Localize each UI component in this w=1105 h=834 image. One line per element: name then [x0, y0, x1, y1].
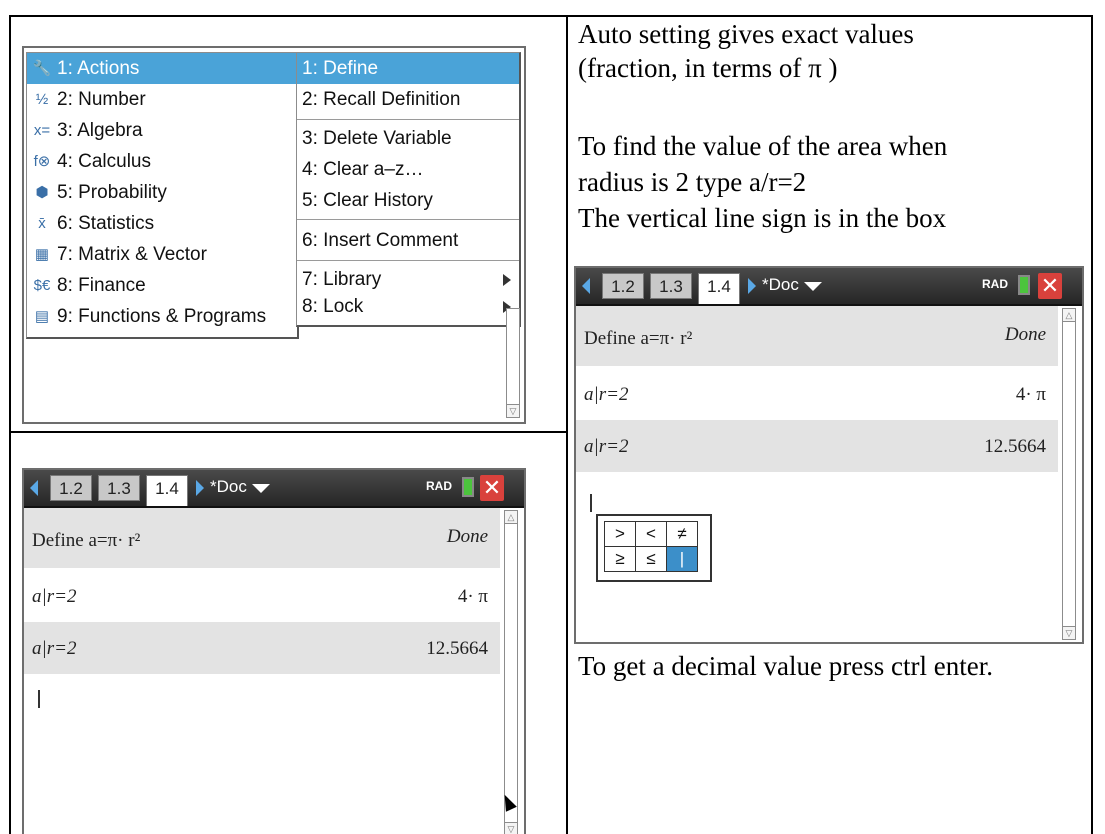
submenu-item-lock[interactable]: 8: Lock: [297, 291, 519, 322]
entry-cursor[interactable]: [590, 494, 592, 512]
with-operator-key[interactable]: |: [666, 546, 698, 572]
tab-scroll-left-icon[interactable]: [30, 480, 38, 496]
tab-bar: 1.2 1.3 1.4 *Doc RAD ✕: [24, 470, 524, 508]
statistics-icon: x̄: [38, 215, 46, 232]
tab-1-4[interactable]: 1.4: [698, 273, 740, 304]
decimal-value-note: To get a decimal value press ctrl enter.: [578, 651, 993, 681]
battery-icon: [1018, 275, 1030, 295]
calculator-screenshot-left: 1.2 1.3 1.4 *Doc RAD ✕ Define a=π· r² Do…: [22, 468, 526, 834]
angle-mode: RAD: [982, 277, 1008, 291]
finance-icon: $€: [33, 277, 51, 294]
menu-item-matrix[interactable]: ▦ 7: Matrix & Vector: [27, 239, 297, 270]
history-row[interactable]: a|r=2 12.5664: [576, 420, 1058, 472]
menu-item-finance[interactable]: $€ 8: Finance: [27, 270, 297, 301]
menu-item-algebra[interactable]: x= 3: Algebra: [27, 115, 297, 146]
probability-icon: ⬢: [35, 184, 49, 201]
close-icon[interactable]: ✕: [1038, 273, 1062, 299]
menu-screenshot: 🔧 1: Actions ½ 2: Number x= 3: Algebra f…: [22, 46, 526, 424]
menu-item-statistics[interactable]: x̄ 6: Statistics: [27, 208, 297, 239]
doc-name[interactable]: *Doc: [762, 275, 799, 295]
tab-scroll-right-icon[interactable]: [748, 278, 756, 294]
tab-1-4[interactable]: 1.4: [146, 475, 188, 506]
submenu-item-define[interactable]: 1: Define: [297, 53, 519, 84]
tab-1-2[interactable]: 1.2: [602, 273, 644, 299]
menu-item-number[interactable]: ½ 2: Number: [27, 84, 297, 115]
menu-item-probability[interactable]: ⬢ 5: Probability: [27, 177, 297, 208]
find-area-note: To find the value of the area when: [578, 131, 948, 161]
entry-cursor[interactable]: [38, 690, 40, 708]
algebra-icon: x=: [33, 122, 51, 139]
actions-icon: 🔧: [32, 60, 52, 77]
matrix-icon: ▦: [34, 246, 50, 263]
close-icon[interactable]: ✕: [480, 475, 504, 501]
tab-scroll-right-icon[interactable]: [196, 480, 204, 496]
angle-mode: RAD: [426, 479, 452, 493]
doc-menu-icon[interactable]: [804, 282, 822, 291]
scroll-up-icon[interactable]: △: [504, 510, 518, 524]
menu-item-actions[interactable]: 🔧 1: Actions: [27, 53, 297, 84]
less-equal-key[interactable]: ≤: [635, 546, 667, 572]
scroll-up-icon[interactable]: △: [1062, 308, 1076, 322]
submenu-item-clear-history[interactable]: 5: Clear History: [297, 185, 519, 216]
submenu-item-clear-az[interactable]: 4: Clear a–z…: [297, 154, 519, 185]
exact-values-note-2: (fraction, in terms of π ): [578, 53, 838, 83]
scrollbar[interactable]: ▽: [506, 308, 520, 418]
menu-item-calculus[interactable]: f⊗ 4: Calculus: [27, 146, 297, 177]
submenu-arrow-icon: [503, 274, 511, 286]
actions-menu: 🔧 1: Actions ½ 2: Number x= 3: Algebra f…: [26, 52, 299, 339]
history-row[interactable]: Define a=π· r² Done: [576, 306, 1058, 366]
actions-submenu: 1: Define 2: Recall Definition 3: Delete…: [296, 52, 521, 327]
functions-icon: ▤: [34, 308, 50, 325]
battery-icon: [462, 477, 474, 497]
scroll-down-icon[interactable]: ▽: [504, 822, 518, 834]
scrollbar[interactable]: △ ▽: [504, 510, 518, 834]
find-area-note-2: radius is 2 type a/r=2: [578, 167, 807, 197]
submenu-item-insert-comment[interactable]: 6: Insert Comment: [297, 225, 519, 256]
scroll-down-icon[interactable]: ▽: [506, 404, 520, 418]
greater-than-key[interactable]: >: [604, 521, 636, 547]
relation-symbol-palette: > < ≠ ≥ ≤ |: [596, 514, 712, 582]
tab-scroll-left-icon[interactable]: [582, 278, 590, 294]
tab-1-3[interactable]: 1.3: [650, 273, 692, 299]
submenu-item-delete-variable[interactable]: 3: Delete Variable: [297, 123, 519, 154]
history-row[interactable]: a|r=2 4· π: [576, 366, 1058, 420]
doc-name[interactable]: *Doc: [210, 477, 247, 497]
menu-separator: [297, 260, 519, 261]
less-than-key[interactable]: <: [635, 521, 667, 547]
history-row[interactable]: a|r=2 12.5664: [24, 622, 500, 674]
history-row[interactable]: Define a=π· r² Done: [24, 508, 500, 568]
menu-separator: [297, 119, 519, 120]
menu-item-functions[interactable]: ▤ 9: Functions & Programs: [27, 301, 297, 332]
menu-separator: [297, 219, 519, 220]
history-row[interactable]: a|r=2 4· π: [24, 568, 500, 622]
tab-1-2[interactable]: 1.2: [50, 475, 92, 501]
tab-1-3[interactable]: 1.3: [98, 475, 140, 501]
number-icon: ½: [35, 91, 49, 108]
tab-bar: 1.2 1.3 1.4 *Doc RAD ✕: [576, 268, 1082, 306]
doc-menu-icon[interactable]: [252, 484, 270, 493]
find-area-note-3: The vertical line sign is in the box: [578, 203, 947, 233]
submenu-item-recall-definition[interactable]: 2: Recall Definition: [297, 84, 519, 115]
exact-values-note: Auto setting gives exact values: [578, 19, 914, 49]
calculator-screenshot-right: 1.2 1.3 1.4 *Doc RAD ✕ Define a=π· r² Do…: [574, 266, 1084, 644]
calculus-icon: f⊗: [33, 153, 51, 170]
not-equal-key[interactable]: ≠: [666, 521, 698, 547]
greater-equal-key[interactable]: ≥: [604, 546, 636, 572]
scrollbar[interactable]: △ ▽: [1062, 308, 1076, 640]
scroll-down-icon[interactable]: ▽: [1062, 626, 1076, 640]
